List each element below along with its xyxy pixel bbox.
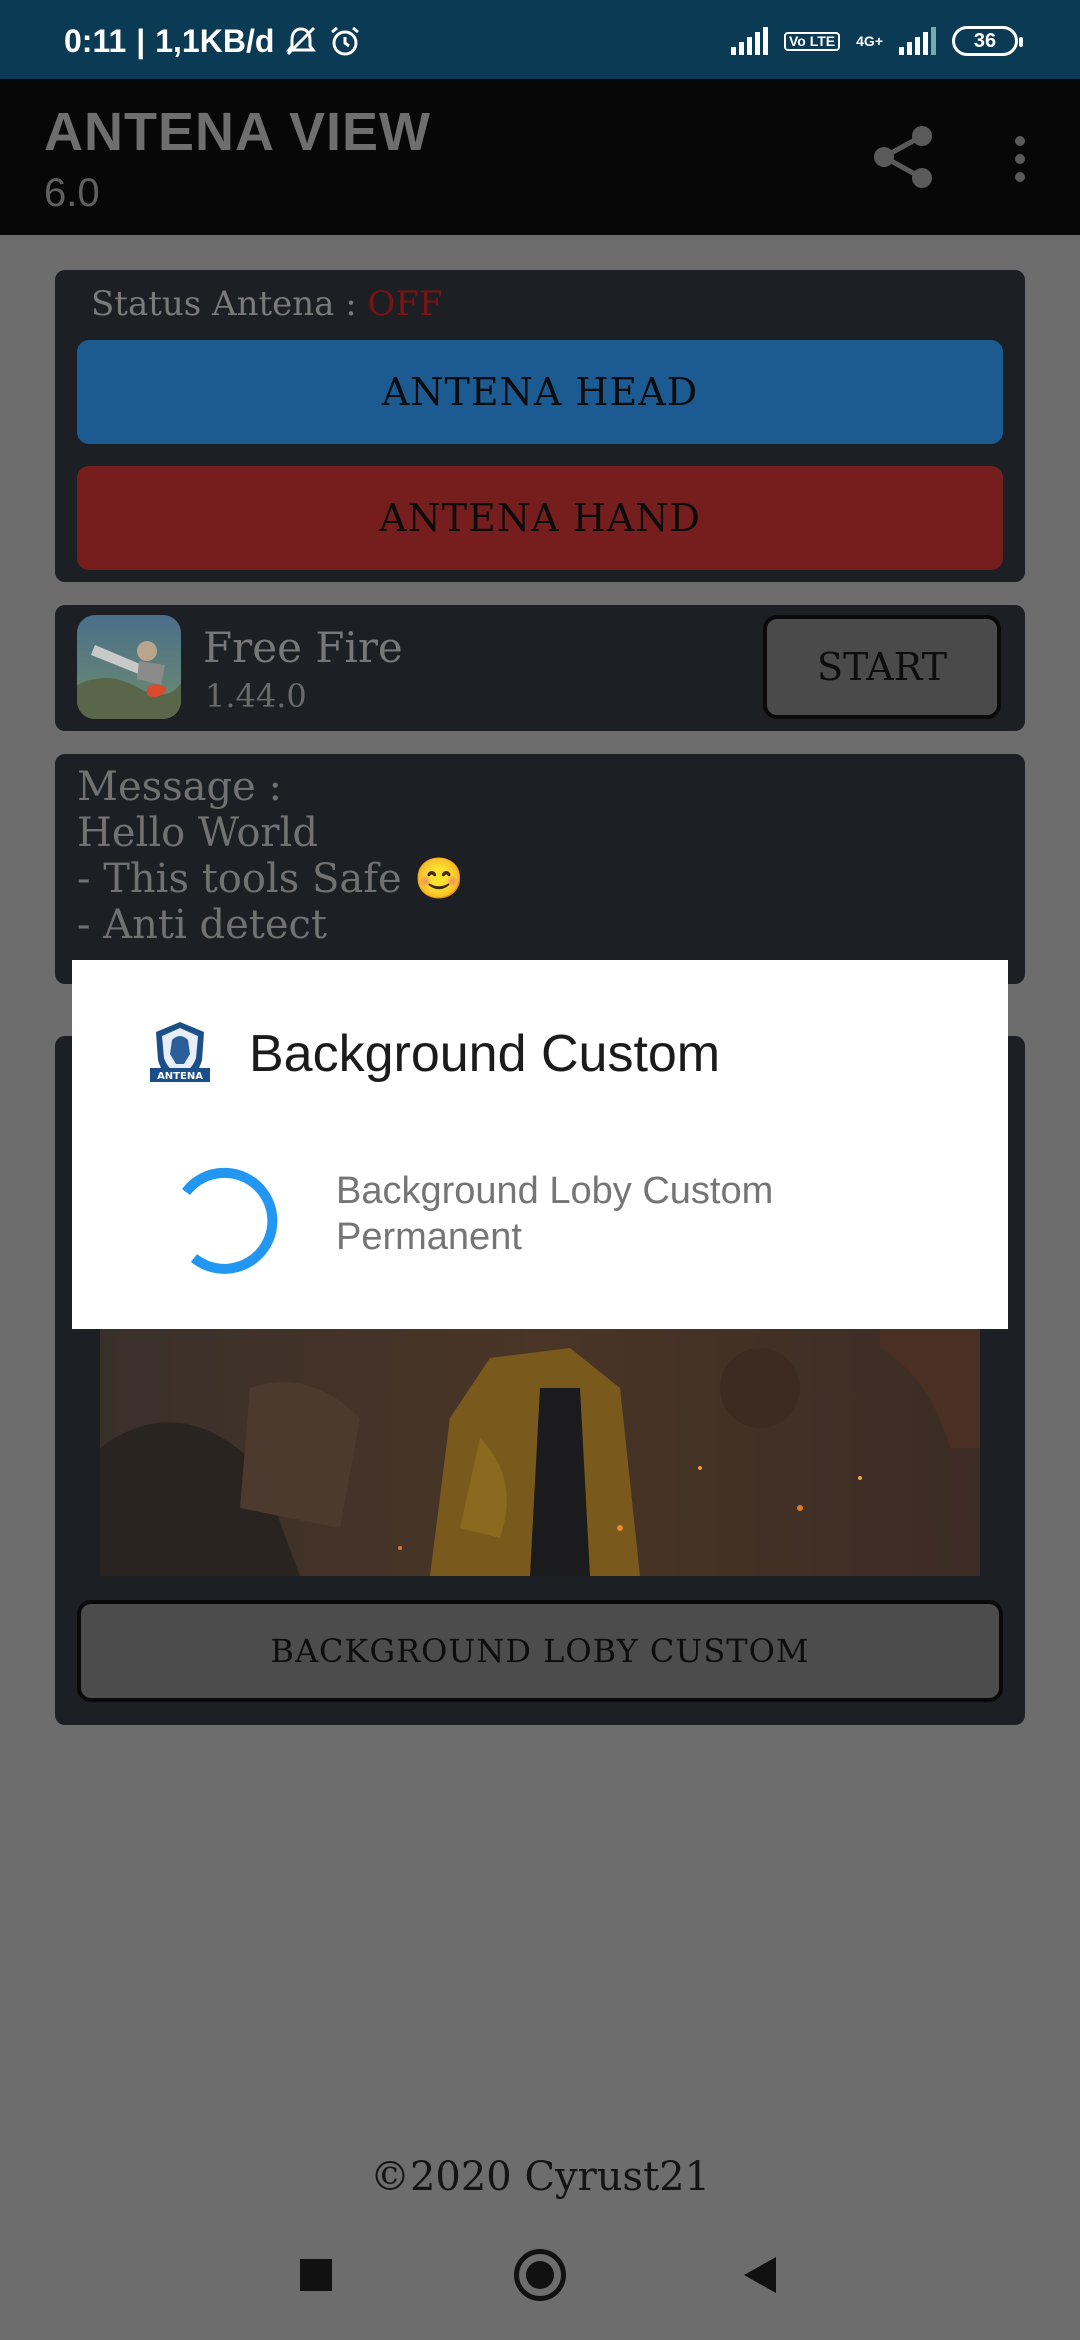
antena-status: Status Antena : OFF <box>91 284 443 324</box>
start-button[interactable]: START <box>763 615 1001 719</box>
signal-icon <box>899 27 936 55</box>
status-bar: 0:11 | 1,1KB/d Vo LTE 4G+ 36 <box>0 0 1080 79</box>
nav-back-icon[interactable] <box>742 2255 778 2295</box>
message-line: - This tools Safe 😊 <box>77 856 465 902</box>
background-preview-image <box>100 1328 980 1576</box>
signal-icon <box>730 27 768 55</box>
message-line: Message : <box>77 764 282 810</box>
game-name: Free Fire <box>203 623 403 672</box>
app-bar: ANTENA VIEW 6.0 <box>0 79 1080 235</box>
message-line: Hello World <box>77 810 318 856</box>
game-card: Free Fire 1.44.0 START <box>55 605 1025 731</box>
status-separator: | <box>136 22 146 59</box>
battery-level: 36 <box>973 29 997 52</box>
copyright-footer: ©2020 Cyrust21 <box>369 2154 711 2200</box>
message-line: - Anti detect <box>77 902 327 948</box>
status-bar-left: 0:11 | 1,1KB/d <box>64 22 362 59</box>
message-card: Message : Hello World - This tools Safe … <box>55 754 1025 984</box>
app-title: ANTENA VIEW <box>44 102 431 162</box>
background-loby-custom-button[interactable]: BACKGROUND LOBY CUSTOM <box>77 1600 1003 1702</box>
dialog-title: Background Custom <box>249 1025 721 1083</box>
share-icon[interactable] <box>872 124 936 190</box>
antena-status-card: Status Antena : OFF ANTENA HEAD ANTENA H… <box>55 270 1025 582</box>
app-version: 6.0 <box>44 171 100 215</box>
nav-recents-icon[interactable] <box>300 2259 332 2291</box>
status-bar-right: Vo LTE 4G+ 36 <box>730 22 1023 60</box>
loading-spinner <box>182 1167 278 1274</box>
alarm-off-icon <box>286 26 317 56</box>
nav-home-icon[interactable] <box>514 2249 566 2301</box>
antena-status-label: Status Antena : <box>91 284 368 324</box>
volte-badge: Vo LTE <box>783 31 841 51</box>
free-fire-app-icon <box>77 615 181 719</box>
antena-logo-icon: ANTENA <box>150 1022 210 1082</box>
antena-hand-button[interactable]: ANTENA HAND <box>77 466 1003 570</box>
antena-status-value: OFF <box>367 284 443 324</box>
clock: 0:11 <box>64 22 127 59</box>
game-version: 1.44.0 <box>205 677 307 715</box>
dialog-message: Background Loby Custom Permanent <box>336 1170 774 1258</box>
more-vert-icon[interactable] <box>1004 134 1036 184</box>
logo-text: ANTENA <box>157 1071 203 1082</box>
antena-head-button[interactable]: ANTENA HEAD <box>77 340 1003 444</box>
network-speed: 1,1KB/d <box>155 22 275 59</box>
alarm-icon <box>331 26 360 56</box>
message-text: Message : Hello World - This tools Safe … <box>77 764 464 948</box>
progress-dialog: ANTENA Background Custom Background Loby… <box>72 960 1008 1329</box>
battery-indicator: 36 <box>952 26 1023 56</box>
network-type: 4G+ <box>856 33 883 49</box>
